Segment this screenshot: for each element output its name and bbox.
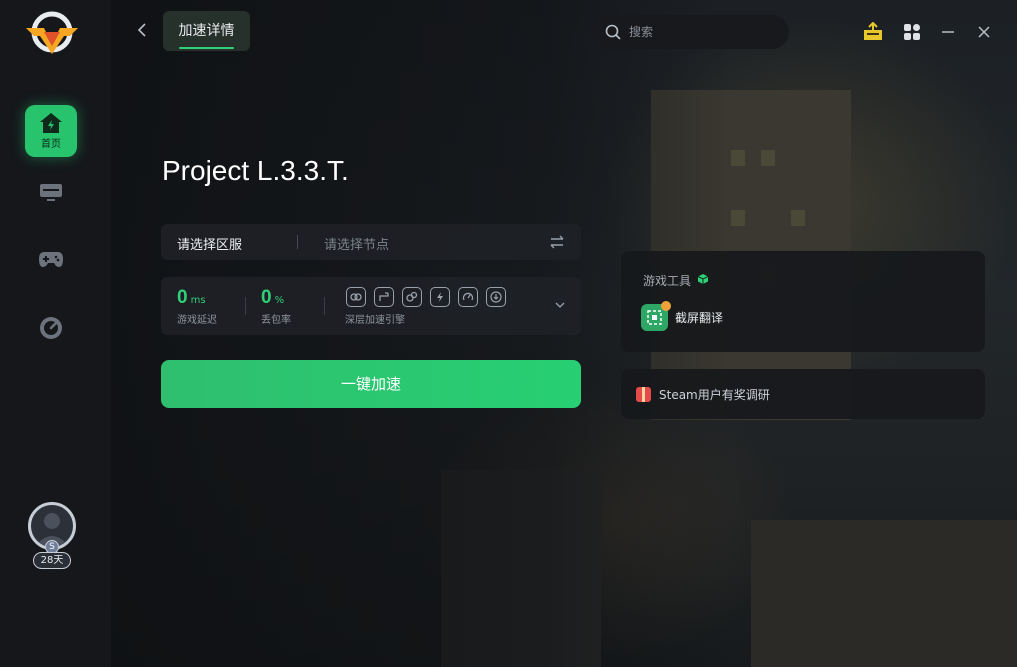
latency-label: 游戏延迟 [177, 315, 217, 326]
close-icon[interactable] [974, 22, 994, 42]
background-building-low [751, 520, 1017, 667]
back-arrow-icon[interactable] [133, 20, 153, 40]
stats-panel: 0 ms 游戏延迟 0% 丢包率 深层加速引擎 [161, 277, 581, 335]
tool-screenshot-translate[interactable]: 截屏翻译 [641, 301, 724, 331]
divider [324, 297, 325, 315]
packet-loss-unit: % [274, 295, 285, 306]
monitor-icon [40, 184, 62, 201]
minimize-icon[interactable] [938, 22, 958, 42]
user-avatar[interactable]: S 28天 [26, 502, 78, 572]
membership-days: 28天 [33, 552, 71, 569]
link-icon[interactable] [346, 287, 366, 307]
one-click-accelerate-button[interactable]: 一键加速 [161, 360, 581, 408]
screenshot-translate-icon [641, 301, 671, 331]
search-input[interactable] [629, 25, 779, 39]
swap-icon[interactable] [549, 234, 565, 250]
survey-label: Steam用户有奖调研 [659, 387, 770, 402]
divider [297, 235, 298, 249]
gauge-icon[interactable] [458, 287, 478, 307]
game-title: Project L.3.3.T. [162, 155, 349, 186]
sidebar-item-gamepad[interactable] [25, 233, 77, 285]
app-logo [24, 10, 80, 58]
latency-stat: 0 ms 游戏延迟 [177, 287, 217, 326]
gift-box-icon[interactable] [862, 22, 884, 42]
chevron-down-icon[interactable] [554, 299, 566, 311]
lightning-icon[interactable] [430, 287, 450, 307]
region-selector[interactable]: 请选择区服 请选择节点 [161, 224, 581, 260]
sidebar: 首页 S 28天 [0, 0, 111, 667]
share-icon[interactable] [402, 287, 422, 307]
route-icon[interactable] [374, 287, 394, 307]
node-select[interactable]: 请选择节点 [324, 234, 389, 253]
search-icon [605, 24, 621, 40]
gift-icon [636, 386, 651, 402]
tools-title: 游戏工具 [643, 274, 692, 288]
packet-loss-stat: 0% 丢包率 [261, 287, 291, 326]
engine-label: 深层加速引擎 [345, 315, 405, 326]
sidebar-item-label: 首页 [41, 139, 61, 150]
cube-icon [697, 274, 709, 284]
sidebar-item-home[interactable]: 首页 [25, 105, 77, 157]
divider [245, 297, 246, 315]
latency-value: 0 [177, 287, 188, 308]
latency-unit: ms [190, 295, 206, 306]
server-select[interactable]: 请选择区服 [177, 234, 242, 253]
speedometer-icon [40, 317, 62, 339]
sidebar-item-monitor[interactable] [25, 166, 77, 218]
packet-loss-value: 0 [261, 287, 272, 308]
apps-grid-icon[interactable] [902, 22, 922, 42]
main-content: 加速详情 Project L.3.3.T. 请选择区服 请选择节点 0ms [111, 0, 1017, 667]
game-tools-panel: 游戏工具 截屏翻译 [621, 251, 985, 352]
steam-survey-banner[interactable]: Steam用户有奖调研 [621, 369, 985, 419]
search-box[interactable] [593, 15, 789, 49]
engine-icons [346, 287, 506, 307]
gamepad-icon [39, 252, 63, 267]
notification-dot [661, 301, 671, 311]
sidebar-item-speed[interactable] [25, 302, 77, 354]
packet-loss-label: 丢包率 [261, 315, 291, 326]
tool-label: 截屏翻译 [675, 311, 724, 325]
download-icon[interactable] [486, 287, 506, 307]
tab-accel-details[interactable]: 加速详情 [163, 11, 250, 51]
home-icon [40, 113, 62, 133]
